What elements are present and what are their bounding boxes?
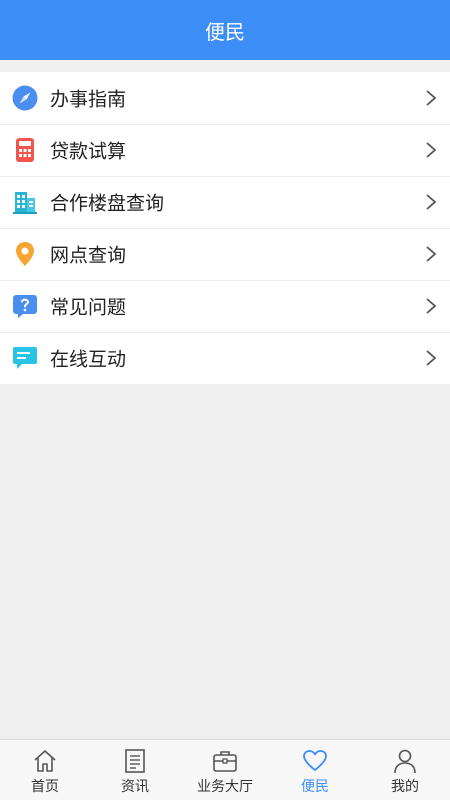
page-title: 便民 xyxy=(205,19,245,44)
chevron-right-icon xyxy=(424,297,438,315)
menu-item-guide[interactable]: 办事指南 xyxy=(0,72,450,124)
tab-convenience[interactable]: 便民 xyxy=(270,740,360,800)
chevron-right-icon xyxy=(424,245,438,263)
tab-label: 资讯 xyxy=(121,779,149,795)
service-menu: 办事指南 贷款试算 合作楼盘查询 网点查询 常见问题 在线互动 xyxy=(0,72,450,384)
question-icon xyxy=(12,293,38,319)
menu-item-label: 合作楼盘查询 xyxy=(50,192,165,215)
chevron-right-icon xyxy=(424,141,438,159)
menu-item-label: 办事指南 xyxy=(50,88,127,111)
menu-item-branch-lookup[interactable]: 网点查询 xyxy=(0,228,450,280)
tab-label: 便民 xyxy=(301,779,329,795)
tab-mine[interactable]: 我的 xyxy=(360,740,450,800)
compass-icon xyxy=(12,85,38,111)
chevron-right-icon xyxy=(424,349,438,367)
menu-item-faq[interactable]: 常见问题 xyxy=(0,280,450,332)
home-icon xyxy=(32,748,58,774)
chevron-right-icon xyxy=(424,193,438,211)
menu-item-label: 贷款试算 xyxy=(50,140,127,163)
chat-icon xyxy=(12,345,38,371)
menu-item-label: 常见问题 xyxy=(50,296,127,319)
calculator-icon xyxy=(12,137,38,163)
menu-item-label: 网点查询 xyxy=(50,244,127,267)
bottom-tab-bar: 首页 资讯 业务大厅 便民 我的 xyxy=(0,739,450,800)
menu-item-online-interaction[interactable]: 在线互动 xyxy=(0,332,450,384)
app-header: 便民 xyxy=(0,0,450,60)
user-icon xyxy=(392,748,418,774)
tab-label: 业务大厅 xyxy=(197,779,253,795)
tab-label: 首页 xyxy=(31,779,59,795)
news-icon xyxy=(122,748,148,774)
menu-item-partner-buildings[interactable]: 合作楼盘查询 xyxy=(0,176,450,228)
chevron-right-icon xyxy=(424,89,438,107)
briefcase-icon xyxy=(212,748,238,774)
tab-home[interactable]: 首页 xyxy=(0,740,90,800)
building-icon xyxy=(12,189,38,215)
location-pin-icon xyxy=(12,241,38,267)
heart-icon xyxy=(302,748,328,774)
tab-business-hall[interactable]: 业务大厅 xyxy=(180,740,270,800)
tab-news[interactable]: 资讯 xyxy=(90,740,180,800)
menu-item-loan-calculator[interactable]: 贷款试算 xyxy=(0,124,450,176)
menu-item-label: 在线互动 xyxy=(50,348,127,371)
tab-label: 我的 xyxy=(391,779,419,795)
